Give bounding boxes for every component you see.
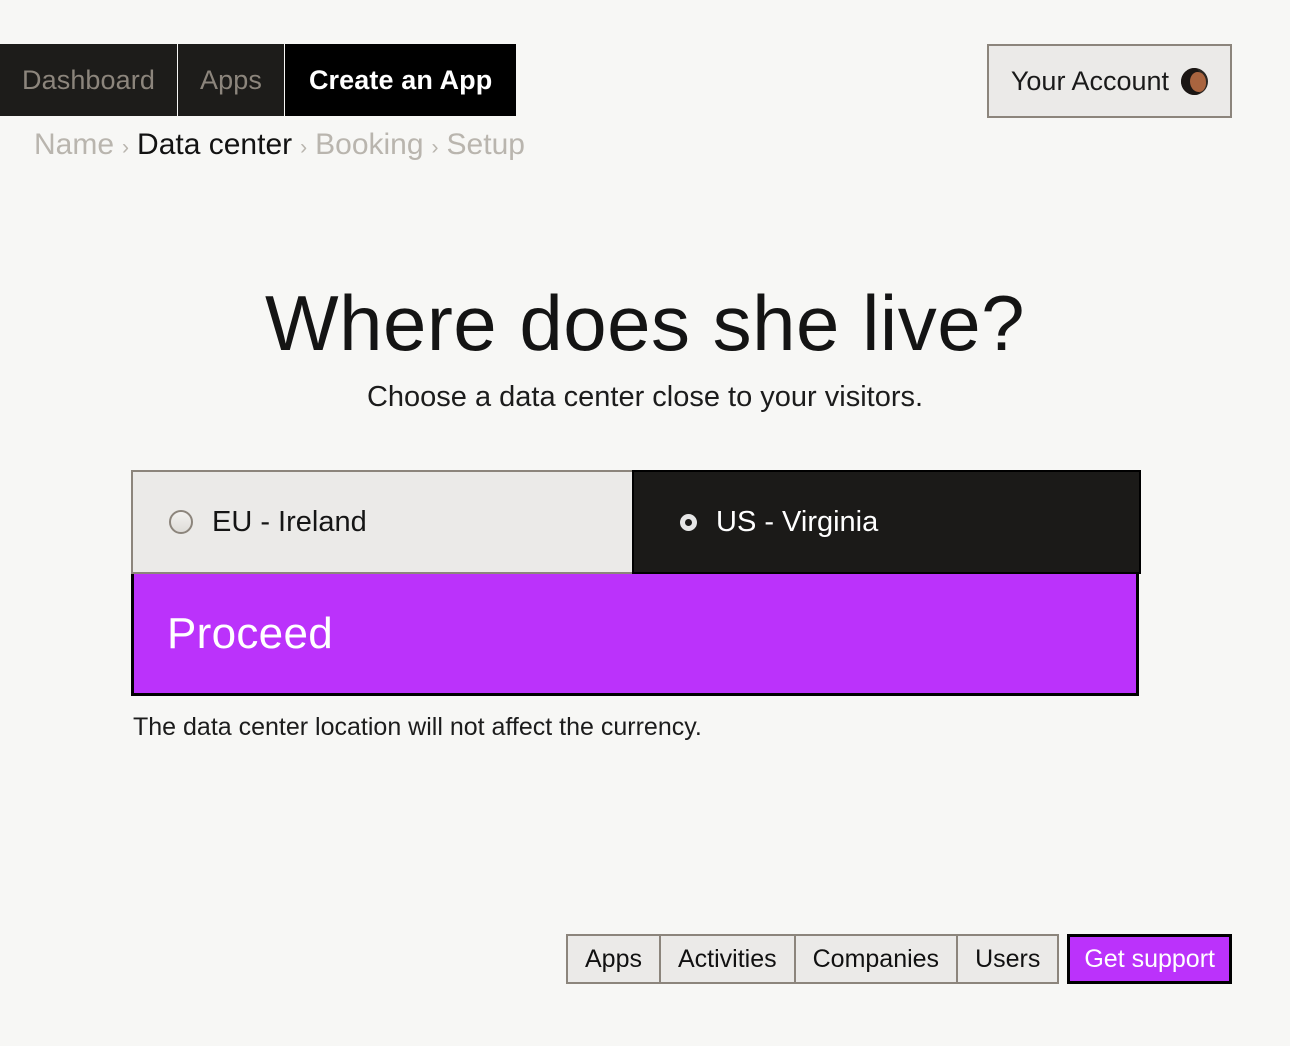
top-bar: Dashboard Apps Create an App Your Accoun… — [0, 44, 1290, 116]
page-title: Where does she live? — [0, 282, 1290, 365]
nav-tab-apps[interactable]: Apps — [178, 44, 285, 116]
footer-link-users[interactable]: Users — [957, 934, 1059, 984]
nav-tab-dashboard[interactable]: Dashboard — [0, 44, 178, 116]
currency-note: The data center location will not affect… — [133, 713, 702, 742]
option-eu-ireland-label: EU - Ireland — [212, 508, 367, 537]
proceed-button[interactable]: Proceed — [131, 574, 1139, 696]
breadcrumb-item-setup[interactable]: Setup — [447, 128, 525, 162]
footer-link-companies-label: Companies — [813, 945, 939, 974]
account-button[interactable]: Your Account — [987, 44, 1232, 118]
nav-tab-apps-label: Apps — [200, 65, 262, 96]
user-avatar-photo-icon — [1181, 68, 1208, 95]
data-center-options: EU - Ireland US - Virginia — [131, 470, 1141, 574]
option-us-virginia-label: US - Virginia — [716, 508, 878, 537]
option-eu-ireland[interactable]: EU - Ireland — [131, 470, 632, 574]
breadcrumb-separator-icon: › — [300, 136, 307, 160]
nav-tab-create-an-app-label: Create an App — [309, 65, 492, 96]
app-page: Dashboard Apps Create an App Your Accoun… — [0, 0, 1290, 1046]
breadcrumb-item-booking[interactable]: Booking — [315, 128, 423, 162]
footer-link-group: Apps Activities Companies Users — [566, 934, 1059, 984]
footer-link-users-label: Users — [975, 945, 1040, 974]
radio-selected-icon[interactable] — [680, 514, 697, 531]
option-us-virginia[interactable]: US - Virginia — [632, 470, 1141, 574]
nav-tab-dashboard-label: Dashboard — [22, 65, 155, 96]
account-button-label: Your Account — [1011, 66, 1169, 97]
breadcrumb-separator-icon: › — [432, 136, 439, 160]
footer-bar: Apps Activities Companies Users Get supp… — [566, 934, 1232, 984]
radio-unselected-icon[interactable] — [169, 510, 193, 534]
footer-link-activities-label: Activities — [678, 945, 777, 974]
footer-link-apps[interactable]: Apps — [566, 934, 660, 984]
breadcrumb-item-name[interactable]: Name — [34, 128, 114, 162]
data-center-chooser: EU - Ireland US - Virginia Proceed — [131, 470, 1141, 696]
hero-section: Where does she live? Choose a data cente… — [0, 282, 1290, 414]
breadcrumb-item-data-center[interactable]: Data center — [137, 128, 292, 162]
proceed-button-label: Proceed — [167, 609, 333, 659]
footer-link-companies[interactable]: Companies — [795, 934, 957, 984]
breadcrumb-separator-icon: › — [122, 136, 129, 160]
nav-tab-create-an-app[interactable]: Create an App — [285, 44, 516, 116]
main-nav-tabs: Dashboard Apps Create an App — [0, 44, 516, 116]
page-subtitle: Choose a data center close to your visit… — [0, 381, 1290, 414]
footer-link-apps-label: Apps — [585, 945, 642, 974]
get-support-button[interactable]: Get support — [1067, 934, 1232, 984]
get-support-button-label: Get support — [1084, 945, 1215, 974]
breadcrumb: Name › Data center › Booking › Setup — [34, 128, 525, 162]
footer-link-activities[interactable]: Activities — [660, 934, 795, 984]
